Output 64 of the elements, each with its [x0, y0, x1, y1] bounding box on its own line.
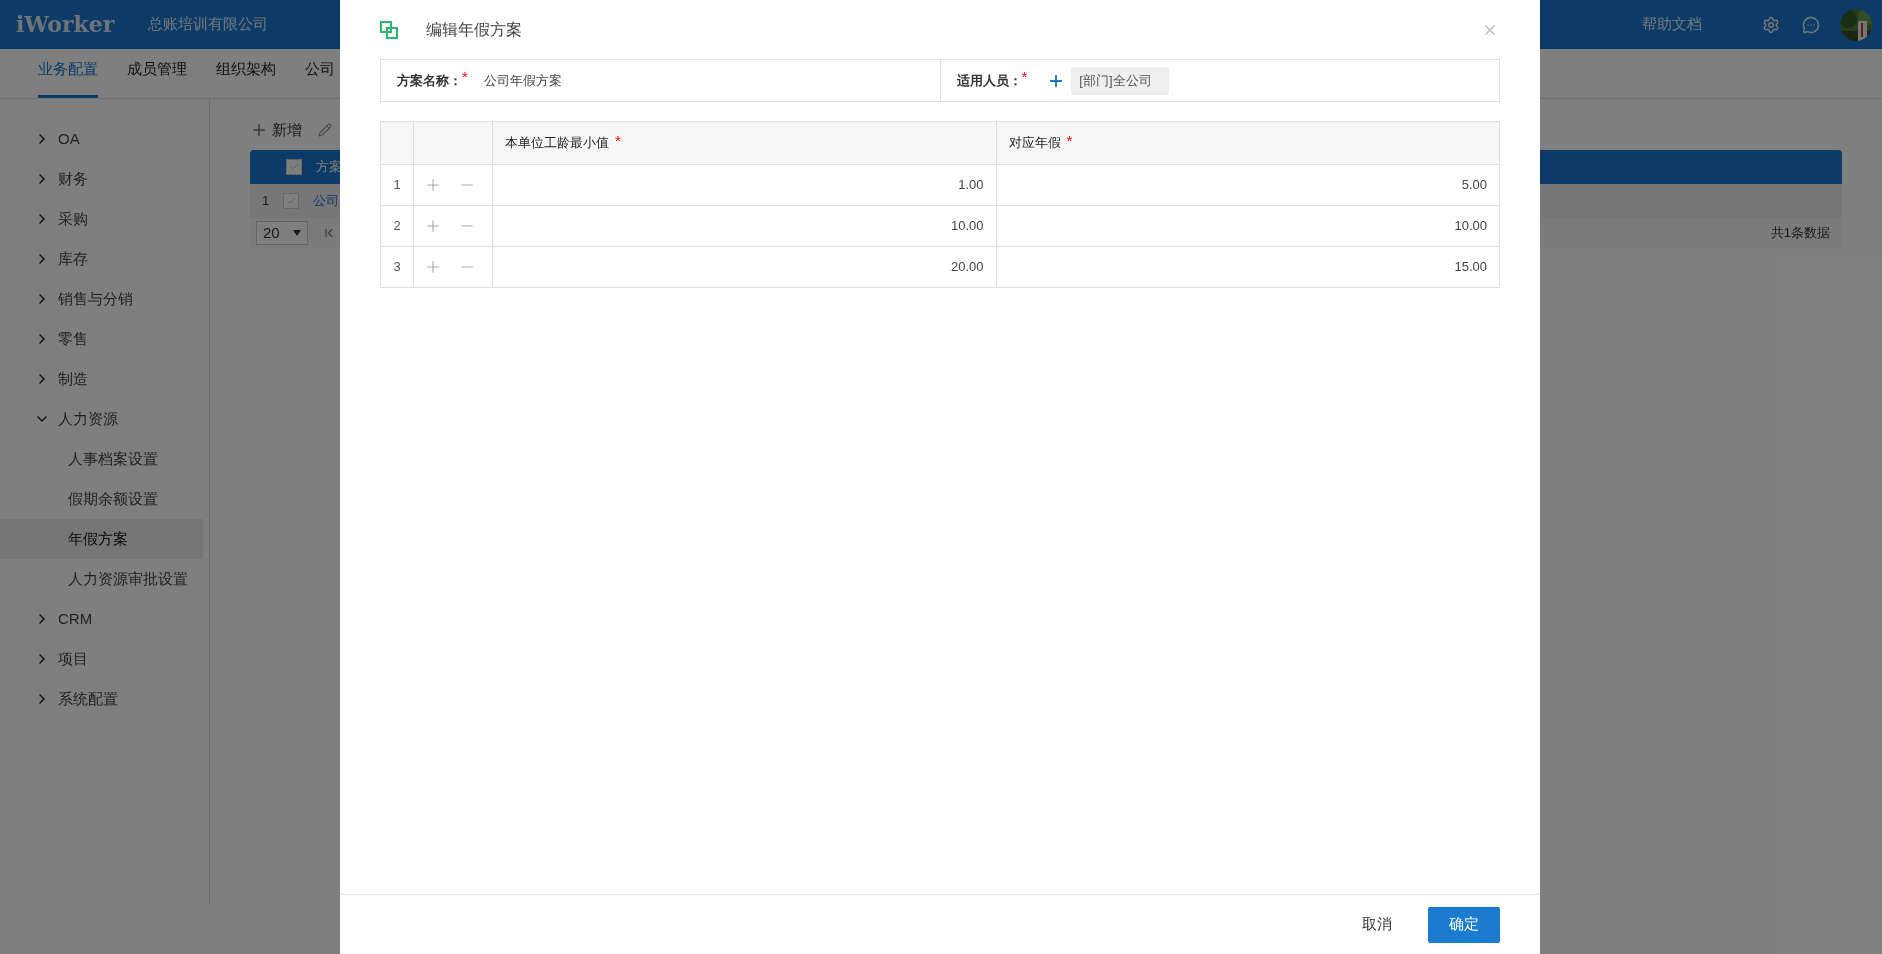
sidebar-item[interactable]: 零售 [0, 319, 209, 359]
edit-icon[interactable] [318, 123, 332, 137]
sidebar-item[interactable]: 财务 [0, 159, 209, 199]
sidebar-item[interactable]: 人力资源 [0, 399, 209, 439]
logo: iWorker [16, 10, 115, 39]
total-count: 共1条数据 [1770, 224, 1830, 243]
caret-down-icon [293, 230, 301, 236]
sidebar-subitem[interactable]: 年假方案 [0, 519, 203, 559]
column-header: 对应年假 [1008, 134, 1061, 153]
sidebar-item[interactable]: 库存 [0, 239, 209, 279]
check-icon [289, 162, 299, 172]
table-cell-text: 15.00 [1454, 258, 1487, 277]
name-field[interactable]: 公司年假方案 [483, 70, 562, 91]
cancel-button[interactable]: 取消 [1346, 906, 1408, 943]
add-row-icon[interactable] [424, 217, 442, 235]
nav-tab[interactable]: 成员管理 [127, 57, 187, 98]
help-link[interactable]: 帮助文档 [1642, 13, 1702, 36]
table-cell-text: 公司 [313, 192, 340, 211]
field-label: 方案名称： [397, 71, 462, 90]
required-mark: * [615, 130, 621, 151]
sidebar-subitem[interactable]: 人力资源审批设置 [0, 559, 203, 599]
company-name: 总账培训有限公司 [148, 14, 269, 35]
nav-tab[interactable]: 组织架构 [216, 57, 276, 98]
member-tag[interactable]: [部门]全公司 [1071, 66, 1170, 95]
table-cell-text: 10.00 [950, 217, 984, 236]
row-number: 1 [393, 176, 401, 195]
sidebar-item[interactable]: 系统配置 [0, 679, 209, 719]
required-mark: * [1066, 130, 1073, 151]
chat-icon[interactable] [1802, 15, 1820, 34]
plus-icon [250, 121, 268, 139]
sidebar-item[interactable]: CRM [0, 599, 209, 639]
table-cell-text: 5.00 [1461, 176, 1487, 195]
row-number: 2 [393, 217, 401, 236]
required-mark: * [462, 67, 468, 88]
add-button[interactable]: 新增 [250, 118, 302, 142]
sidebar-item[interactable]: 项目 [0, 639, 209, 679]
sidebar-subitem[interactable]: 假期余额设置 [0, 479, 203, 519]
sidebar-item[interactable]: 销售与分销 [0, 279, 209, 319]
confirm-button[interactable]: 确定 [1428, 906, 1500, 943]
sidebar-item[interactable]: 采购 [0, 199, 209, 239]
row-number: 3 [393, 258, 401, 277]
sidebar-item[interactable]: OA [0, 119, 209, 159]
nav-tab[interactable]: 业务配置 [38, 57, 98, 98]
column-header: 方案 [316, 158, 342, 177]
copy-icon [380, 20, 398, 39]
required-mark: * [1021, 67, 1028, 88]
table-cell-text: 10.00 [1454, 217, 1487, 236]
field-label: 适用人员： [956, 71, 1022, 90]
row-number: 1 [262, 192, 270, 211]
checkbox[interactable] [283, 193, 300, 209]
first-page-icon[interactable] [322, 226, 336, 240]
table-cell-text: 20.00 [950, 258, 984, 277]
dialog-title: 编辑年假方案 [426, 19, 522, 40]
sidebar-item[interactable]: 制造 [0, 359, 209, 399]
page-size-select[interactable]: 20 [256, 221, 308, 245]
sidebar-subitem[interactable]: 人事档案设置 [0, 439, 203, 479]
settings-icon[interactable] [1762, 15, 1780, 34]
add-row-icon[interactable] [424, 176, 442, 194]
nav-tab[interactable]: 公司 [305, 57, 335, 98]
check-icon [286, 196, 297, 206]
checkbox[interactable] [286, 159, 302, 175]
table-cell-text: 1.00 [958, 176, 984, 195]
add-row-icon[interactable] [424, 258, 442, 276]
column-header: 本单位工龄最小值 [505, 134, 609, 153]
